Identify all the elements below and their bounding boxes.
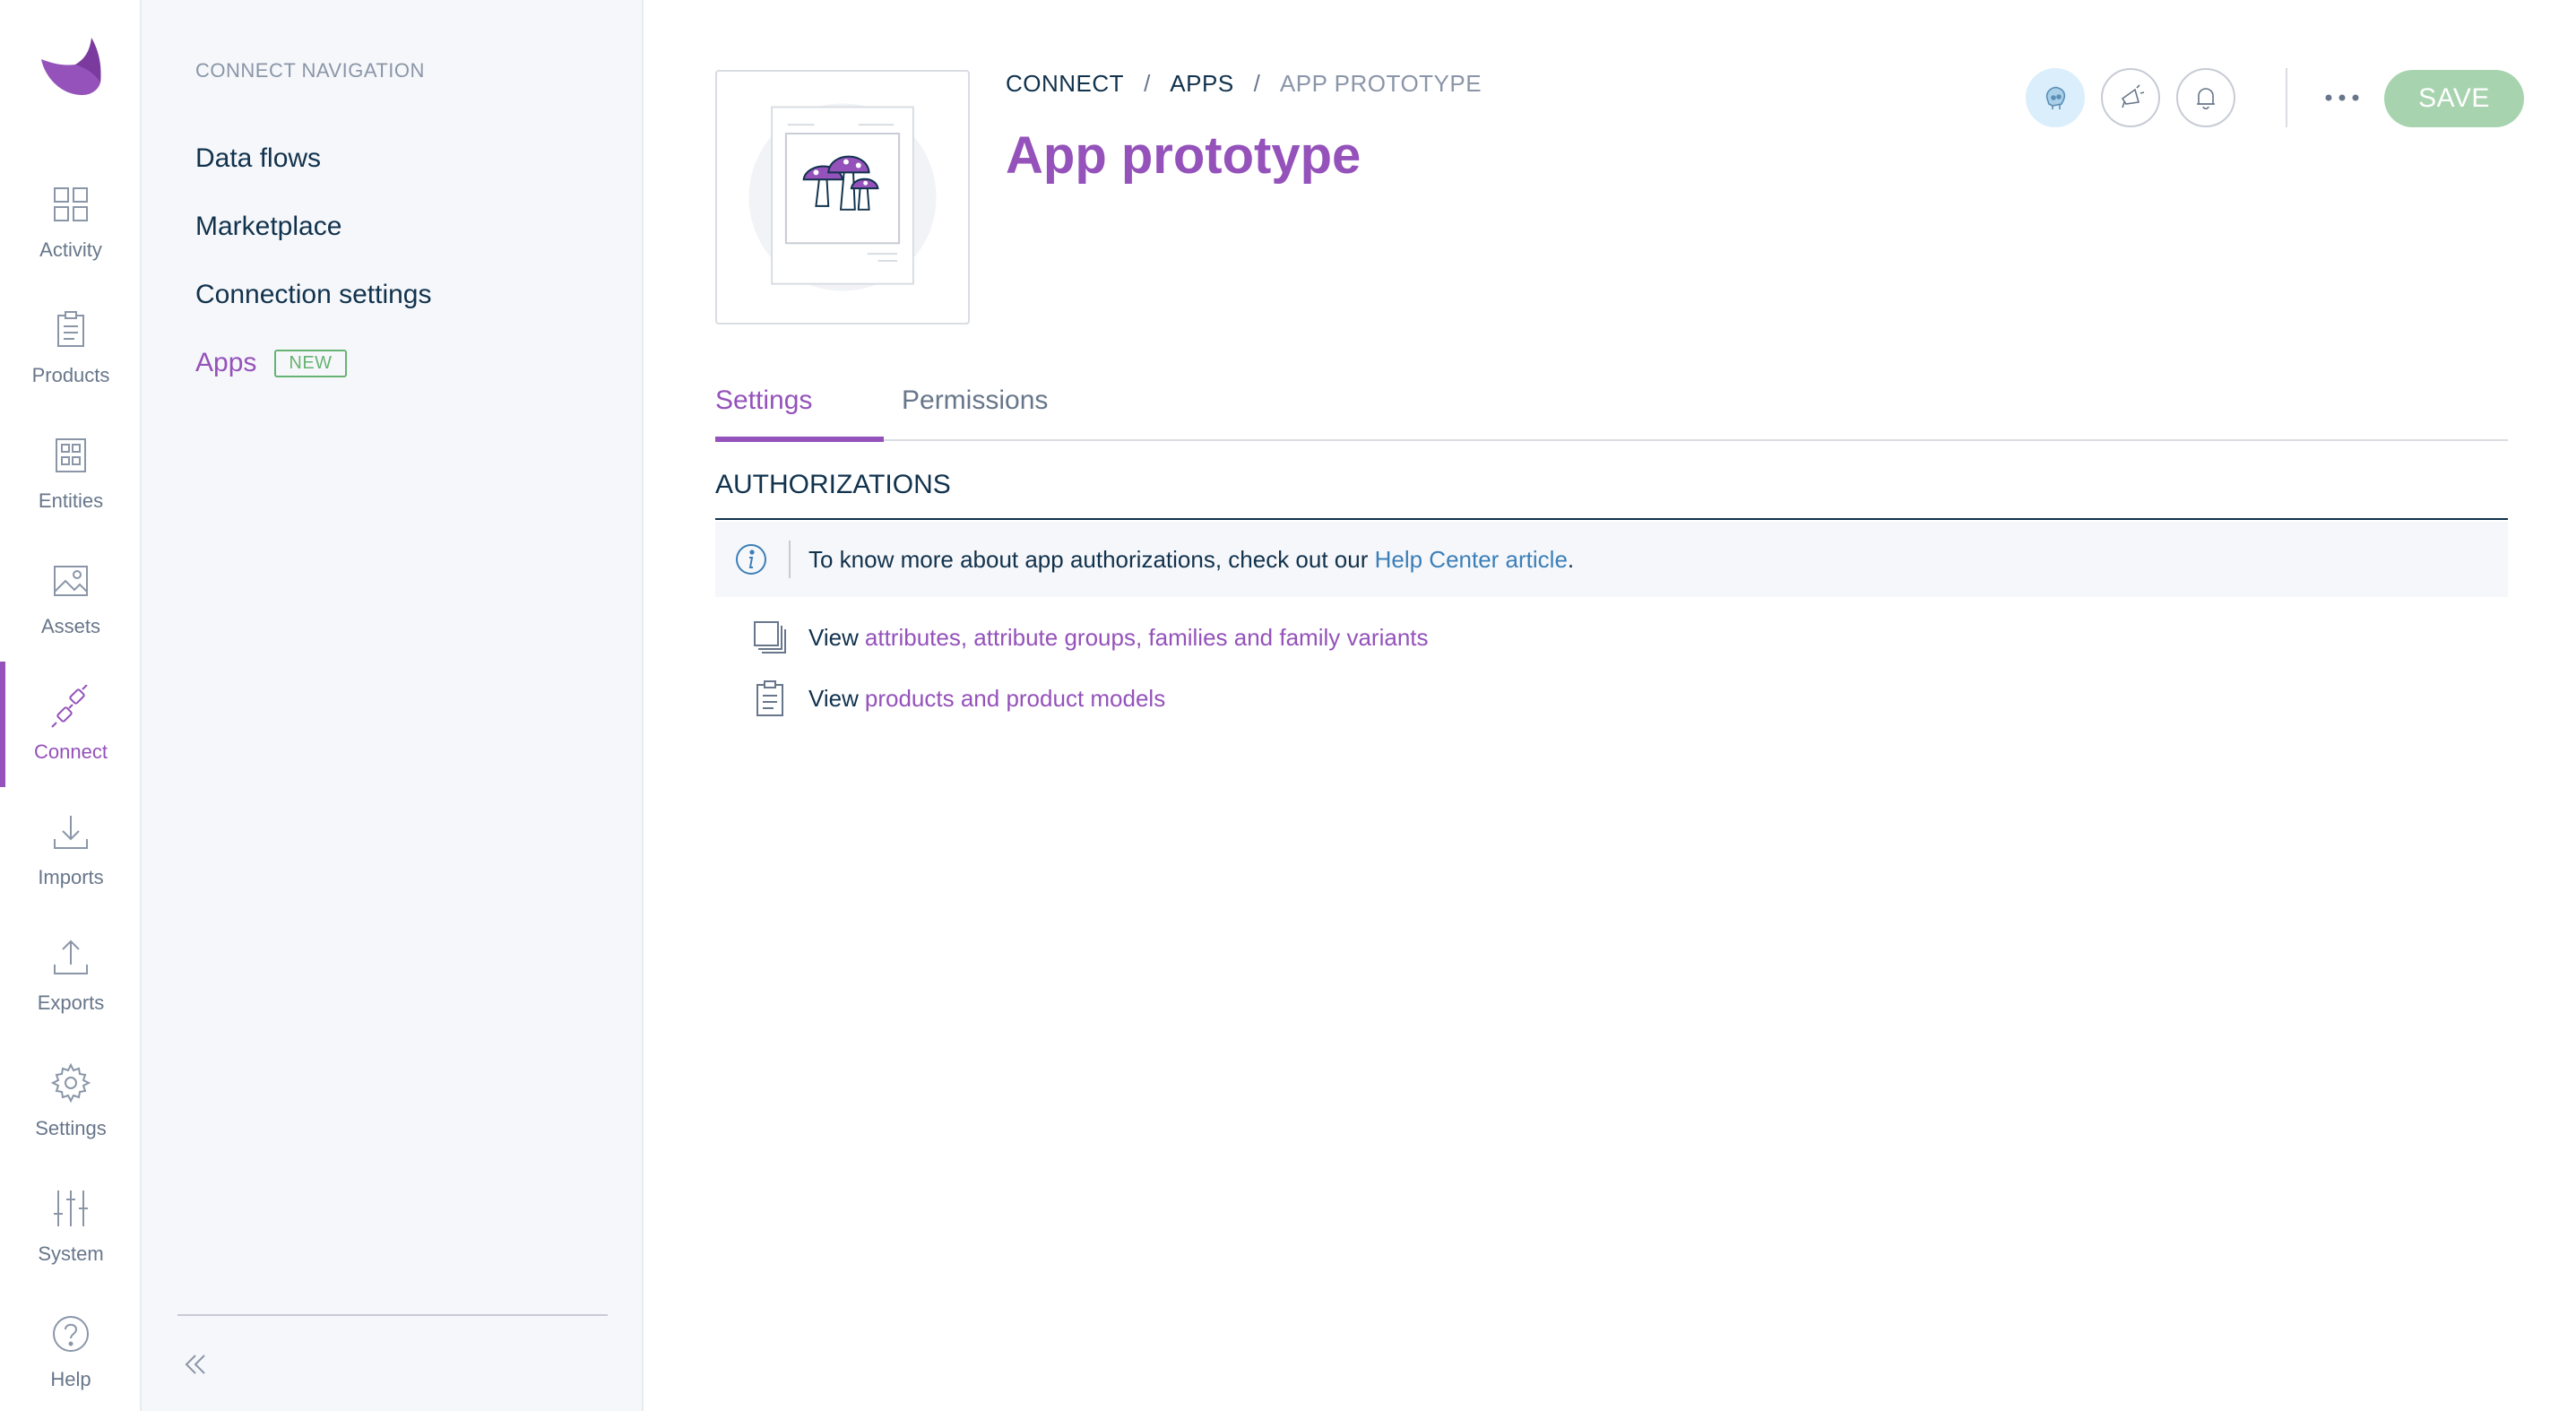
megaphone-icon	[2121, 84, 2145, 108]
notifications-button[interactable]	[2176, 68, 2235, 127]
info-icon	[736, 544, 766, 575]
activity-icon	[54, 187, 88, 221]
rail-item-label: Imports	[38, 866, 104, 888]
rail-item-imports[interactable]: Imports	[0, 787, 142, 913]
subnav-item-data-flows[interactable]: Data flows	[195, 143, 321, 174]
rail-item-assets[interactable]: Assets	[0, 536, 142, 662]
subnav-item-apps[interactable]: Apps NEW	[195, 348, 347, 378]
breadcrumb-separator: /	[1144, 70, 1151, 97]
helper-text: To know more about app authorizations, c…	[808, 546, 1574, 574]
authorization-item: View products and product models	[751, 680, 1165, 717]
rail-item-label: Activity	[39, 238, 102, 261]
rail-item-settings[interactable]: Settings	[0, 1038, 142, 1164]
bell-icon	[2197, 88, 2215, 110]
settings-icon	[50, 1062, 91, 1104]
subnav-item-connection-settings[interactable]: Connection settings	[195, 280, 432, 310]
main-menu-rail: Activity Products Entities Assets Connec…	[0, 0, 142, 1411]
authorization-object: products and product models	[864, 684, 1166, 712]
header-divider	[2286, 68, 2287, 127]
authorizations-section-title: AUTHORIZATIONS	[715, 461, 2508, 520]
subnav-divider	[177, 1314, 608, 1316]
breadcrumb-app-prototype: APP PROTOTYPE	[1279, 70, 1482, 97]
products-icon	[57, 311, 84, 347]
avatar-icon	[2045, 86, 2066, 109]
tab-settings[interactable]: Settings	[715, 385, 812, 416]
rail-item-label: Entities	[38, 489, 104, 512]
rail-item-label: Assets	[40, 615, 101, 637]
announcements-button[interactable]	[2101, 68, 2160, 127]
rail-item-label: Products	[31, 364, 110, 386]
breadcrumb: CONNECT / APPS / APP PROTOTYPE	[1006, 70, 1482, 98]
user-avatar-button[interactable]	[2026, 68, 2085, 127]
helper-text-body: To know more about app authorizations, c…	[808, 545, 1375, 573]
connect-navigation-panel: CONNECT NAVIGATION Data flows Marketplac…	[142, 0, 644, 1411]
authorization-verb: View	[808, 623, 859, 651]
subnav-item-label: Connection settings	[195, 280, 432, 309]
entities-icon	[56, 438, 86, 472]
helper-text-suffix: .	[1567, 545, 1575, 573]
akeneo-logo[interactable]	[36, 32, 108, 100]
subnav-section-title: CONNECT NAVIGATION	[195, 59, 425, 82]
active-tab-indicator	[715, 437, 884, 442]
rail-item-system[interactable]: System	[0, 1164, 142, 1289]
copy-icon	[754, 621, 786, 654]
authorizations-helper: To know more about app authorizations, c…	[715, 522, 2508, 597]
rail-item-activity[interactable]: Activity	[0, 160, 142, 285]
authorization-item: View attributes, attribute groups, famil…	[751, 619, 1429, 656]
rail-item-label: Connect	[34, 740, 108, 763]
rail-item-label: System	[38, 1242, 104, 1265]
breadcrumb-apps[interactable]: APPS	[1170, 70, 1233, 98]
rail-item-exports[interactable]: Exports	[0, 913, 142, 1038]
rail-item-label: Exports	[37, 991, 105, 1014]
save-button[interactable]: SAVE	[2384, 70, 2524, 127]
breadcrumb-separator: /	[1253, 70, 1260, 97]
authorization-object: attributes, attribute groups, families a…	[864, 623, 1429, 651]
help-center-link[interactable]: Help Center article	[1375, 546, 1568, 573]
new-badge: NEW	[274, 349, 347, 377]
rail-item-connect[interactable]: Connect	[0, 662, 142, 787]
collapse-panel-icon[interactable]	[181, 1350, 210, 1379]
header-actions: SAVE	[2026, 68, 2546, 129]
app-logo-thumbnail	[715, 70, 970, 325]
rail-item-label: Settings	[35, 1117, 107, 1139]
tab-permissions[interactable]: Permissions	[902, 385, 1048, 416]
subnav-item-label: Apps	[195, 348, 257, 377]
system-icon	[54, 1190, 88, 1226]
rail-item-label: Help	[50, 1368, 91, 1390]
subnav-item-marketplace[interactable]: Marketplace	[195, 212, 341, 242]
imports-icon	[54, 816, 88, 849]
helper-separator	[789, 541, 791, 578]
subnav-item-label: Marketplace	[195, 212, 342, 241]
rail-item-products[interactable]: Products	[0, 285, 142, 411]
subnav-item-label: Data flows	[195, 143, 322, 173]
more-options-icon[interactable]	[2311, 82, 2373, 113]
authorization-verb: View	[808, 684, 859, 712]
tab-bar: Settings Permissions	[715, 368, 2508, 442]
connect-icon	[51, 685, 88, 728]
exports-icon	[54, 939, 88, 974]
assets-icon	[54, 566, 88, 596]
help-icon	[53, 1316, 89, 1352]
page-title: App prototype	[1006, 126, 1361, 185]
app-illustration-icon	[748, 103, 937, 291]
rail-item-entities[interactable]: Entities	[0, 411, 142, 536]
rail-item-help[interactable]: Help	[0, 1289, 142, 1411]
clipboard-icon	[756, 680, 783, 716]
breadcrumb-connect[interactable]: CONNECT	[1006, 70, 1124, 98]
main-content: CONNECT / APPS / APP PROTOTYPE App proto…	[645, 0, 2576, 1411]
